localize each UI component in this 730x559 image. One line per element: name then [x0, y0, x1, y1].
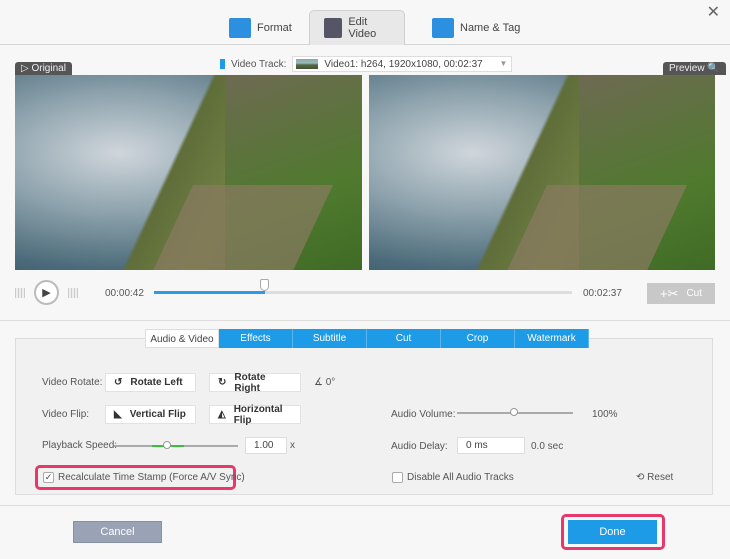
subtab-effects[interactable]: Effects — [219, 329, 293, 348]
speed-slider-handle[interactable] — [163, 441, 171, 449]
vertical-flip-icon: ◣ — [114, 409, 122, 420]
volume-value: 100% — [592, 409, 618, 420]
rotate-left-label: Rotate Left — [130, 377, 183, 388]
speed-label: Playback Speed: — [42, 440, 118, 451]
tab-name-tag[interactable]: Name & Tag — [418, 10, 534, 45]
original-label: ▷ Original — [15, 62, 72, 75]
edit-video-icon — [324, 18, 343, 38]
top-tab-bar: Format Edit Video Name & Tag — [0, 0, 730, 45]
cut-label: Cut — [686, 288, 703, 299]
reset-icon: ⟲ — [636, 472, 645, 483]
progress-handle[interactable] — [260, 279, 269, 291]
subtab-audio-video[interactable]: Audio & Video — [145, 329, 219, 348]
rotate-label: Video Rotate: — [42, 377, 103, 388]
flip-label: Video Flip: — [42, 409, 90, 420]
rotate-right-label: Rotate Right — [234, 371, 266, 394]
cancel-button[interactable]: Cancel — [73, 521, 162, 543]
current-time: 00:00:42 — [105, 288, 144, 299]
video-track-select[interactable]: Video1: h264, 1920x1080, 00:02:37 ▼ — [292, 56, 513, 72]
play-button[interactable]: ▶ — [34, 280, 59, 305]
speed-value: 1.00 — [254, 440, 274, 451]
delay-value: 0 ms — [466, 440, 488, 451]
volume-slider-handle[interactable] — [510, 408, 518, 416]
volume-label: Audio Volume: — [391, 409, 456, 420]
rotate-right-button[interactable]: ↻ Rotate Right — [209, 371, 301, 394]
name-tag-icon — [432, 17, 454, 38]
progress-fill — [154, 291, 265, 294]
delay-input[interactable]: 0 ms — [457, 437, 525, 454]
track-icon — [220, 59, 225, 69]
video-track-value: Video1: h264, 1920x1080, 00:02:37 — [324, 58, 483, 70]
speed-input[interactable]: 1.00 — [245, 437, 287, 454]
close-icon[interactable]: ✕ — [707, 2, 720, 22]
speed-unit: x — [290, 440, 295, 451]
rotate-right-icon: ↻ — [218, 377, 227, 388]
tab-format[interactable]: Format — [215, 10, 306, 45]
recalc-label: Recalculate Time Stamp (Force A/V Sync) — [58, 472, 245, 483]
total-time: 00:02:37 — [583, 288, 622, 299]
original-video — [15, 75, 362, 270]
rotate-left-icon: ↺ — [114, 377, 123, 388]
original-text: Original — [31, 63, 66, 74]
video-track-label: Video Track: — [231, 58, 287, 70]
tab-label: Name & Tag — [460, 21, 521, 34]
rotate-angle: ∡ 0° — [314, 377, 336, 388]
format-icon — [229, 17, 251, 38]
tab-label: Format — [257, 21, 292, 34]
progress-bar[interactable] — [154, 291, 572, 294]
subtab-cut[interactable]: Cut — [367, 329, 441, 348]
scissors-icon: +✂ — [659, 285, 679, 301]
rotate-left-button[interactable]: ↺ Rotate Left — [105, 373, 196, 392]
preview-label[interactable]: Preview 🔍 — [663, 62, 726, 75]
preview-video — [369, 75, 715, 270]
footer-divider — [0, 505, 730, 506]
delay-seconds: 0.0 sec — [531, 441, 564, 452]
horizontal-flip-icon: ◭ — [218, 409, 226, 420]
subtab-watermark[interactable]: Watermark — [515, 329, 589, 348]
vertical-flip-label: Vertical Flip — [129, 409, 186, 420]
speed-slider[interactable] — [114, 445, 238, 447]
delay-label: Audio Delay: — [391, 441, 448, 452]
reset-label: Reset — [647, 472, 674, 483]
done-button[interactable]: Done — [568, 520, 657, 544]
prev-frame-icon[interactable] — [15, 288, 25, 298]
disable-audio-checkbox[interactable] — [392, 472, 403, 483]
reset-button[interactable]: ⟲ Reset — [636, 472, 673, 483]
preview-text: Preview — [669, 63, 705, 74]
divider — [0, 320, 730, 321]
recalc-checkbox[interactable]: ✓ — [43, 472, 54, 483]
chevron-down-icon: ▼ — [499, 59, 508, 68]
tab-edit-video[interactable]: Edit Video — [309, 10, 405, 45]
rotate-angle-value: 0° — [325, 377, 336, 388]
video-track-row: Video Track: Video1: h264, 1920x1080, 00… — [220, 56, 513, 72]
next-frame-icon[interactable] — [68, 288, 78, 298]
subtab-crop[interactable]: Crop — [441, 329, 515, 348]
subtab-subtitle[interactable]: Subtitle — [293, 329, 367, 348]
horizontal-flip-button[interactable]: ◭ Horizontal Flip — [209, 403, 301, 426]
sub-tabs: Audio & Video Effects Subtitle Cut Crop … — [145, 329, 589, 348]
track-thumbnail — [296, 59, 319, 69]
tab-label: Edit Video — [348, 16, 377, 40]
vertical-flip-button[interactable]: ◣ Vertical Flip — [105, 405, 196, 424]
disable-audio-label: Disable All Audio Tracks — [407, 472, 514, 483]
horizontal-flip-label: Horizontal Flip — [233, 403, 283, 426]
cut-button[interactable]: +✂ Cut — [647, 283, 715, 304]
